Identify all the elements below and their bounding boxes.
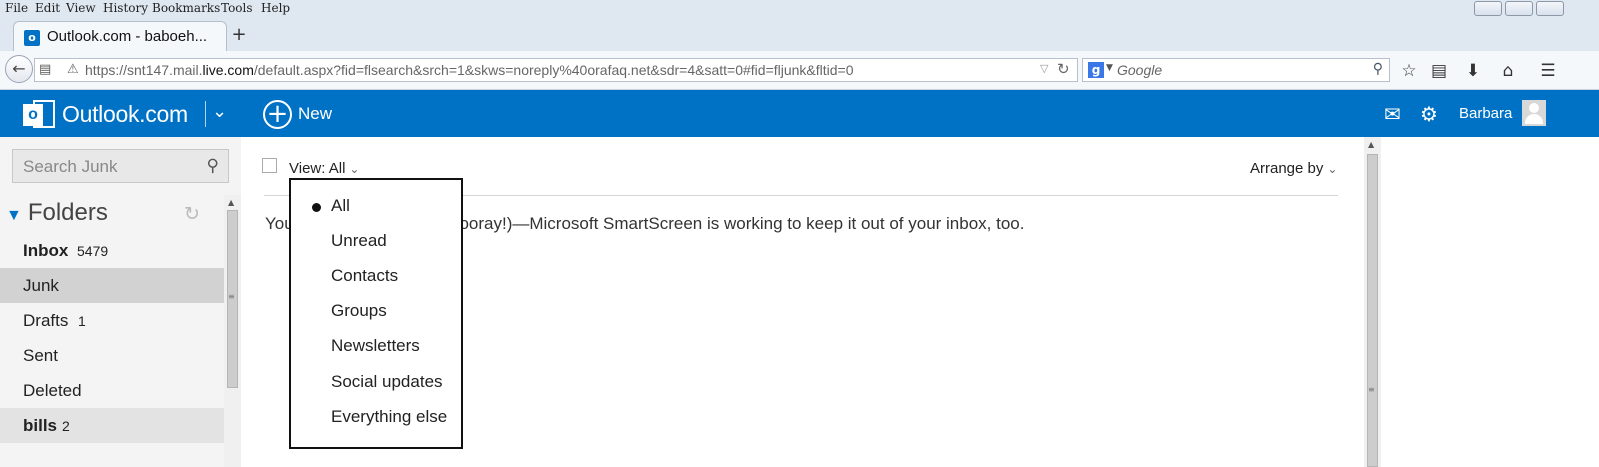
search-junk-placeholder: Search Junk — [23, 157, 118, 176]
scrollbar-thumb[interactable] — [1367, 154, 1378, 467]
restore-button[interactable] — [1505, 1, 1533, 16]
bills-count: 2 — [62, 418, 70, 434]
view-option-newsletters[interactable]: Newsletters — [291, 329, 461, 364]
refresh-icon[interactable]: ↻ — [184, 203, 200, 225]
view-option-everything-else[interactable]: Everything else — [291, 400, 461, 435]
menu-file[interactable]: File — [5, 1, 28, 15]
app-switcher-chevron-icon[interactable]: ⌄ — [212, 101, 227, 122]
menu-history[interactable]: History — [103, 1, 148, 15]
new-button[interactable]: New — [298, 104, 332, 124]
address-bar[interactable]: ▤ ⚠ https://snt147.mail.live.com/default… — [34, 58, 1078, 82]
menu-bookmarks[interactable]: Bookmarks — [152, 1, 220, 15]
menu-edit[interactable]: Edit — [35, 1, 60, 15]
sidebar-item-junk[interactable]: Junk — [0, 268, 224, 303]
sidebar-item-sent[interactable]: Sent — [0, 338, 224, 373]
header-divider — [205, 101, 206, 127]
search-icon[interactable]: ⚲ — [207, 156, 219, 176]
sidebar-item-drafts[interactable]: Drafts 1 — [0, 303, 224, 338]
drafts-count: 1 — [78, 313, 86, 329]
outlook-header: o Outlook.com ⌄ + New ✉ ⚙ Barbara — [0, 90, 1599, 137]
search-icon[interactable]: ⚲ — [1373, 61, 1383, 77]
web-search-placeholder: Google — [1117, 62, 1163, 78]
outlook-favicon-icon: o — [24, 30, 40, 46]
web-search-box[interactable]: g ▼ Google ⚲ — [1082, 58, 1390, 82]
message-list-scrollbar[interactable]: ▲ ≡ — [1364, 137, 1381, 467]
site-identity-icon[interactable]: ▤ — [39, 62, 51, 77]
avatar[interactable] — [1522, 100, 1546, 126]
folders-header[interactable]: ▼ Folders — [6, 199, 108, 227]
bookmark-star-icon[interactable]: ☆ — [1399, 61, 1419, 81]
view-option-unread[interactable]: Unread — [291, 224, 461, 259]
home-icon[interactable]: ⌂ — [1498, 61, 1518, 81]
view-option-groups[interactable]: Groups — [291, 294, 461, 329]
navigation-bar: ← ▤ ⚠ https://snt147.mail.live.com/defau… — [0, 51, 1599, 90]
folder-pane-scrollbar[interactable]: ▲ ≡ — [224, 195, 241, 467]
google-icon[interactable]: g — [1088, 62, 1104, 78]
back-button[interactable]: ← — [5, 55, 33, 83]
scroll-grip-icon: ≡ — [1368, 385, 1375, 394]
menu-bar: File Edit View History Bookmarks Tools H… — [0, 0, 1599, 17]
chevron-down-icon: ⌄ — [349, 162, 360, 176]
scroll-up-arrow-icon[interactable]: ▲ — [1368, 140, 1374, 149]
chevron-down-icon: ⌄ — [1327, 162, 1338, 176]
minimize-button[interactable] — [1474, 1, 1502, 16]
view-filter-button[interactable]: View: All ⌄ — [289, 160, 359, 177]
downloads-icon[interactable]: ⬇ — [1463, 61, 1483, 81]
view-option-contacts[interactable]: Contacts — [291, 259, 461, 294]
outlook-logo-icon[interactable]: o — [23, 100, 55, 128]
sidebar-item-inbox[interactable]: Inbox 5479 — [0, 233, 224, 268]
reload-icon[interactable]: ↻ — [1057, 60, 1070, 78]
sidebar-item-deleted[interactable]: Deleted — [0, 373, 224, 408]
tab-title: Outlook.com - baboeh... — [47, 28, 208, 45]
new-plus-icon[interactable]: + — [263, 100, 292, 129]
scroll-up-arrow-icon[interactable]: ▲ — [228, 198, 234, 207]
unread-count: 5479 — [77, 243, 109, 259]
user-name[interactable]: Barbara — [1459, 105, 1512, 122]
close-window-button[interactable] — [1536, 1, 1564, 16]
select-all-checkbox[interactable] — [262, 158, 277, 173]
tab-strip: o Outlook.com - baboeh... + — [0, 17, 1599, 51]
menu-view[interactable]: View — [66, 1, 96, 15]
search-junk-input[interactable]: Search Junk ⚲ — [12, 149, 229, 183]
menu-tools[interactable]: Tools — [221, 1, 253, 15]
menu-help[interactable]: Help — [261, 1, 290, 15]
url-dropdown-icon[interactable]: ▽ — [1040, 62, 1048, 75]
view-filter-dropdown: All Unread Contacts Groups Newsletters S… — [289, 178, 463, 449]
view-option-social-updates[interactable]: Social updates — [291, 365, 461, 400]
brand-name[interactable]: Outlook.com — [62, 101, 188, 128]
collapse-chevron-icon[interactable]: ▼ — [6, 207, 22, 224]
folder-pane: Search Junk ⚲ ▼ Folders ↻ Inbox 5479 Junk… — [0, 137, 241, 467]
selected-bullet-icon — [312, 203, 321, 212]
url-text: https://snt147.mail.live.com/default.asp… — [85, 62, 854, 78]
tab-outlook[interactable]: o Outlook.com - baboeh... — [13, 21, 227, 51]
hamburger-menu-icon[interactable]: ☰ — [1538, 61, 1558, 81]
scroll-grip-icon: ≡ — [228, 292, 235, 301]
bookmarks-menu-icon[interactable]: ▤ — [1429, 61, 1449, 81]
warning-icon: ⚠ — [67, 62, 79, 77]
new-tab-button[interactable]: + — [231, 24, 247, 45]
view-option-all[interactable]: All — [291, 189, 461, 224]
search-engine-dropdown-icon[interactable]: ▼ — [1106, 63, 1113, 73]
messaging-icon[interactable]: ✉ — [1384, 102, 1401, 126]
sidebar-item-bills[interactable]: bills 2 — [0, 408, 224, 443]
gear-icon[interactable]: ⚙ — [1420, 102, 1438, 126]
arrange-by-button[interactable]: Arrange by ⌄ — [1250, 160, 1337, 177]
